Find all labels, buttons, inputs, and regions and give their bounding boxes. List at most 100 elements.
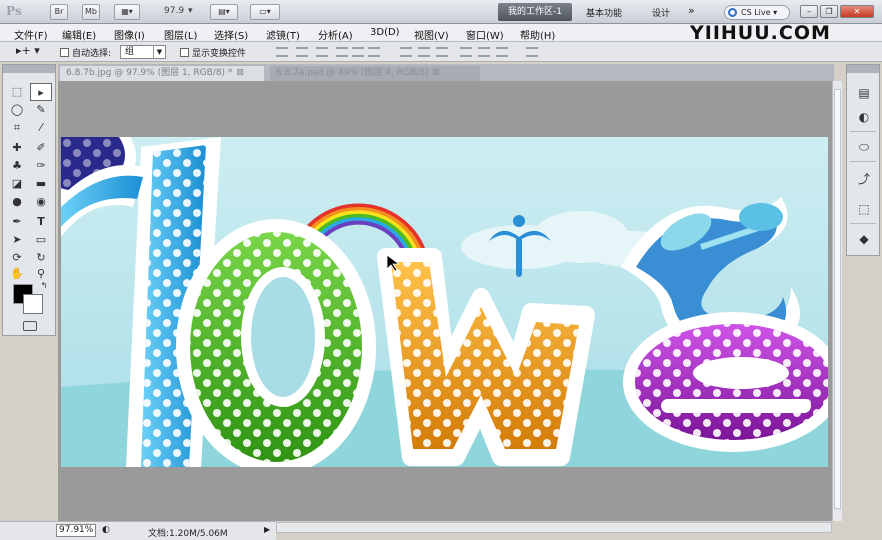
screen-mode-button[interactable]: ▭▾ xyxy=(250,4,280,20)
distribute-hcenter-icon[interactable] xyxy=(478,47,490,57)
tab-close-icon[interactable]: ⊠ xyxy=(432,68,440,78)
auto-select-dropdown[interactable]: 组 ▼ xyxy=(120,45,166,59)
quick-select-tool-icon[interactable]: ✎ xyxy=(30,101,52,119)
document-info: 文档:1.20M/5.06M xyxy=(148,529,228,539)
transform-panel-icon[interactable]: ⬚ xyxy=(854,199,874,219)
workspace-active-button[interactable]: 我的工作区-1 xyxy=(498,3,572,21)
swap-colors-icon[interactable]: ↰ xyxy=(33,277,55,295)
show-transform-label: 显示变换控件 xyxy=(192,49,247,59)
align-vcenter-icon[interactable] xyxy=(296,47,308,57)
menu-3d[interactable]: 3D(D) xyxy=(370,27,400,38)
minimize-button[interactable]: – xyxy=(800,5,818,18)
distribute-vcenter-icon[interactable] xyxy=(418,47,430,57)
menu-window[interactable]: 窗口(W) xyxy=(466,27,504,42)
background-color-swatch[interactable] xyxy=(23,294,43,314)
panel-grip[interactable] xyxy=(847,65,879,73)
zoom-dropdown-icon[interactable]: ▾ xyxy=(188,6,193,16)
menu-layer[interactable]: 图层(L) xyxy=(164,27,197,42)
tab-close-icon[interactable]: ⊠ xyxy=(236,68,244,78)
move-tool-preset-icon[interactable]: ▸+ ▾ xyxy=(16,44,40,57)
hand-tool-icon[interactable]: ✋ xyxy=(6,265,28,283)
document-canvas-image[interactable] xyxy=(61,137,828,467)
status-icon[interactable]: ◐ xyxy=(102,525,110,535)
distribute-top-icon[interactable] xyxy=(400,47,412,57)
arrange-documents-button[interactable]: ▤▾ xyxy=(210,4,238,20)
auto-select-checkbox[interactable]: 自动选择: xyxy=(60,46,111,59)
show-transform-checkbox[interactable]: 显示变换控件 xyxy=(180,46,246,59)
clone-stamp-tool-icon[interactable]: ♣ xyxy=(6,157,28,175)
menu-help[interactable]: 帮助(H) xyxy=(520,27,555,42)
letter-o xyxy=(176,219,376,467)
adjustments-panel-icon[interactable]: ◐ xyxy=(854,107,874,127)
vertical-scrollbar[interactable] xyxy=(832,81,842,521)
history-brush-tool-icon[interactable]: ✑ xyxy=(30,157,52,175)
lasso-tool-icon[interactable]: ◯ xyxy=(6,101,28,119)
menu-image[interactable]: 图像(I) xyxy=(114,27,145,42)
layers-panel-icon[interactable]: ◆ xyxy=(854,229,874,249)
eyedropper-tool-icon[interactable]: ⁄ xyxy=(30,119,52,137)
zoom-level[interactable]: 97.9 xyxy=(164,6,184,16)
menu-analysis[interactable]: 分析(A) xyxy=(318,27,353,42)
auto-align-icon[interactable] xyxy=(526,47,538,57)
workspace-design-button[interactable]: 设计 xyxy=(652,6,670,19)
align-left-icon[interactable] xyxy=(336,47,348,57)
photoshop-logo: Ps xyxy=(6,4,22,18)
horizontal-scrollbar[interactable] xyxy=(276,522,832,533)
masks-panel-icon[interactable]: ⬭ xyxy=(854,137,874,157)
crop-tool-icon[interactable]: ⌗ xyxy=(6,119,28,137)
distribute-left-icon[interactable] xyxy=(460,47,472,57)
tab-document-2[interactable]: 6.8.7a.psd @ 49% (图层 4, RGB/8) ⊠ xyxy=(270,66,480,81)
distribute-right-icon[interactable] xyxy=(496,47,508,57)
paths-panel-icon[interactable]: ⤴ xyxy=(854,169,874,189)
brush-tool-icon[interactable]: ✐ xyxy=(30,139,52,157)
status-bar: 97.91% ◐ 文档:1.20M/5.06M ▶ xyxy=(0,521,276,540)
workspace-overflow-button[interactable]: » xyxy=(688,4,695,17)
panel-dock: ▤ ◐ ⬭ ⤴ ⬚ ◆ xyxy=(846,64,880,256)
tab-label: 6.8.7b.jpg @ 97.9% (图层 1, RGB/8) * xyxy=(66,68,233,78)
dock-divider xyxy=(850,223,876,224)
pen-tool-icon[interactable]: ✒ xyxy=(6,213,28,231)
workspace-basic-button[interactable]: 基本功能 xyxy=(586,6,622,19)
view-extras-button[interactable]: ▦▾ xyxy=(114,4,140,20)
type-tool-icon[interactable]: T xyxy=(30,213,52,231)
panel-grip[interactable] xyxy=(3,65,55,73)
cs-live-button[interactable]: CS Live ▾ xyxy=(724,5,790,20)
menu-filter[interactable]: 滤镜(T) xyxy=(266,27,300,42)
dock-divider xyxy=(850,161,876,162)
tools-panel: ⬚ ▸ ◯ ✎ ⌗ ⁄ ✚ ✐ ♣ ✑ ◪ ▬ ● ◉ ✒ T ➤ ▭ ⟳ ↻ … xyxy=(2,64,56,336)
options-bar: ▸+ ▾ 自动选择: 组 ▼ 显示变换控件 xyxy=(0,42,882,62)
gradient-tool-icon[interactable]: ▬ xyxy=(30,175,52,193)
dodge-tool-icon[interactable]: ◉ xyxy=(30,193,52,211)
checkbox-icon xyxy=(180,48,189,57)
launch-bridge-button[interactable]: Br xyxy=(50,4,68,20)
menu-file[interactable]: 文件(F) xyxy=(14,27,48,42)
menu-select[interactable]: 选择(S) xyxy=(214,27,248,42)
status-menu-arrow-icon[interactable]: ▶ xyxy=(264,525,270,534)
history-panel-icon[interactable]: ▤ xyxy=(854,83,874,103)
align-right-icon[interactable] xyxy=(368,47,380,57)
auto-select-label: 自动选择: xyxy=(72,49,112,59)
restore-button[interactable]: ❐ xyxy=(820,5,838,18)
launch-minibridge-button[interactable]: Mb xyxy=(82,4,100,20)
cs-live-icon xyxy=(728,8,737,17)
checkbox-icon xyxy=(60,48,69,57)
tab-document-1[interactable]: 6.8.7b.jpg @ 97.9% (图层 1, RGB/8) * ⊠ xyxy=(60,66,264,81)
move-tool-icon[interactable]: ▸ xyxy=(30,83,52,101)
close-button[interactable]: ✕ xyxy=(840,5,874,18)
quick-mask-icon[interactable] xyxy=(23,321,37,331)
zoom-input[interactable]: 97.91% xyxy=(56,524,96,537)
blur-tool-icon[interactable]: ● xyxy=(6,193,28,211)
spot-healing-tool-icon[interactable]: ✚ xyxy=(6,139,28,157)
tab-label: 6.8.7a.psd @ 49% (图层 4, RGB/8) xyxy=(276,68,429,78)
align-bottom-icon[interactable] xyxy=(316,47,328,57)
menu-view[interactable]: 视图(V) xyxy=(414,27,449,42)
eraser-tool-icon[interactable]: ◪ xyxy=(6,175,28,193)
align-hcenter-icon[interactable] xyxy=(352,47,364,57)
menu-edit[interactable]: 编辑(E) xyxy=(62,27,96,42)
path-select-tool-icon[interactable]: ➤ xyxy=(6,231,28,249)
marquee-tool-icon[interactable]: ⬚ xyxy=(6,83,28,101)
shape-tool-icon[interactable]: ▭ xyxy=(30,231,52,249)
align-top-icon[interactable] xyxy=(276,47,288,57)
distribute-bottom-icon[interactable] xyxy=(436,47,448,57)
scrollbar-thumb[interactable] xyxy=(834,89,841,509)
